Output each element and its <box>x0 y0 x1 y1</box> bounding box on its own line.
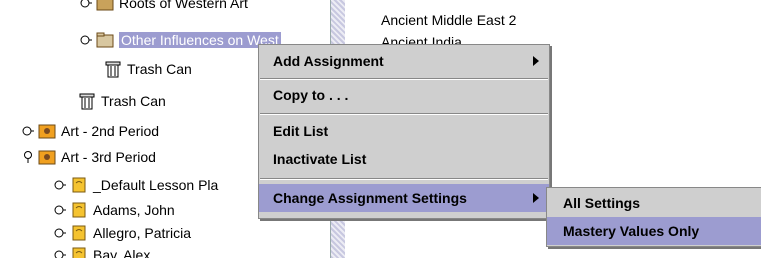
submenu-arrow-icon <box>533 193 539 203</box>
tree-item-bay-alex[interactable]: Bay, Alex <box>54 244 150 258</box>
menu-item-all-settings[interactable]: All Settings <box>547 189 761 217</box>
menu-item-edit-list[interactable]: Edit List <box>259 117 549 145</box>
expand-toggle-icon[interactable] <box>22 125 34 137</box>
tree-item-label: _Default Lesson Pla <box>93 177 219 193</box>
trash-can-icon <box>104 60 122 78</box>
tree-item-art-3rd-period[interactable]: Art - 3rd Period <box>22 146 156 168</box>
menu-item-copy-to[interactable]: Copy to . . . <box>259 81 549 109</box>
menu-separator <box>260 78 548 80</box>
expand-toggle-icon[interactable] <box>80 0 92 9</box>
folder-open-icon <box>96 31 114 49</box>
expand-toggle-icon[interactable] <box>80 34 92 46</box>
menu-separator <box>260 178 548 180</box>
submenu-arrow-icon <box>533 56 539 66</box>
tree-item-label: Art - 3rd Period <box>61 149 156 165</box>
expand-toggle-icon[interactable] <box>54 249 66 258</box>
tree-item-label: Trash Can <box>101 93 166 109</box>
tree-item-trash-can[interactable]: Trash Can <box>78 90 166 112</box>
trash-can-icon <box>78 92 96 110</box>
menu-item-mastery-values-only[interactable]: Mastery Values Only <box>547 217 761 245</box>
expand-toggle-icon[interactable] <box>54 227 66 239</box>
tree-item-roots[interactable]: Roots of Western Art <box>80 0 248 14</box>
student-icon <box>70 246 88 258</box>
folder-open-icon <box>96 0 114 12</box>
tree-item-label: Allegro, Patricia <box>93 225 192 241</box>
tree-item-label: Bay, Alex <box>93 247 151 258</box>
menu-item-label: Copy to . . . <box>273 87 349 103</box>
student-icon <box>70 224 88 242</box>
menu-item-label: Add Assignment <box>273 53 384 69</box>
menu-separator <box>260 113 548 115</box>
tree-item-adams-john[interactable]: Adams, John <box>54 199 175 221</box>
submenu: All Settings Mastery Values Only <box>546 187 761 247</box>
tree-item-other-influences[interactable]: Other Influences on West <box>80 29 281 51</box>
tree-item-label: Other Influences on West <box>119 32 281 48</box>
tree-item-art-2nd-period[interactable]: Art - 2nd Period <box>22 120 159 142</box>
menu-item-label: Mastery Values Only <box>563 223 700 239</box>
class-folder-icon <box>38 148 56 166</box>
tree-item-label: Roots of Western Art <box>119 0 248 11</box>
menu-item-add-assignment[interactable]: Add Assignment <box>259 47 549 75</box>
tree-item-label: Art - 2nd Period <box>61 123 160 139</box>
expand-toggle-icon[interactable] <box>54 204 66 216</box>
tree-item-allegro-patricia[interactable]: Allegro, Patricia <box>54 222 191 244</box>
student-icon <box>70 201 88 219</box>
menu-item-label: Inactivate List <box>273 151 367 167</box>
menu-item-label: All Settings <box>563 195 641 211</box>
context-menu: Add Assignment Copy to . . . Edit List I… <box>258 44 550 219</box>
expand-toggle-icon[interactable] <box>54 179 66 191</box>
student-icon <box>70 176 88 194</box>
assignment-list-item[interactable]: Ancient Middle East 2 <box>381 12 516 28</box>
tree-item-trash-can[interactable]: Trash Can <box>104 58 192 80</box>
menu-item-inactivate-list[interactable]: Inactivate List <box>259 145 549 173</box>
class-folder-icon <box>38 122 56 140</box>
tree-item-label: Trash Can <box>127 61 192 77</box>
menu-item-change-assignment-settings[interactable]: Change Assignment Settings <box>259 184 549 212</box>
menu-item-label: Edit List <box>273 123 329 139</box>
tree-item-label: Adams, John <box>93 202 175 218</box>
collapse-toggle-icon[interactable] <box>22 151 34 163</box>
menu-item-label: Change Assignment Settings <box>273 190 467 206</box>
tree-item-default-lesson[interactable]: _Default Lesson Pla <box>54 174 218 196</box>
